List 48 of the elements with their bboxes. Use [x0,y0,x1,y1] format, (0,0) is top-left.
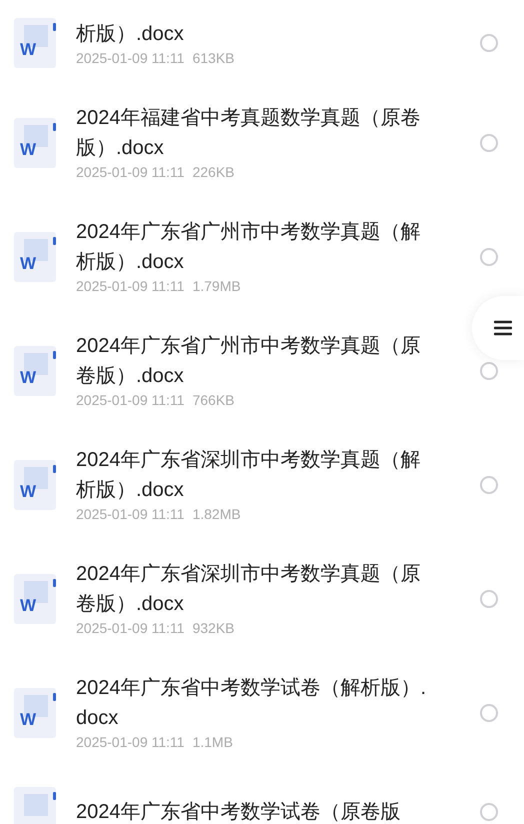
file-name: 2024年广东省中考数学试卷（原卷版 [76,800,402,824]
file-row[interactable]: W 2024年广东省广州市中考数学真题（原卷版）.docx 2025-01-09 11:11 766KB [0,307,524,421]
file-size: 613KB [192,48,235,68]
menu-icon [494,320,512,336]
document-icon: W [14,232,56,282]
document-icon: W [14,118,56,168]
file-size: 932KB [192,619,235,638]
file-name: 2024年广东省广州市中考数学真题（原卷版）.docx [76,334,422,389]
select-radio[interactable] [480,590,498,608]
file-name: 2024年广东省深圳市中考数学真题（原卷版）.docx [76,562,422,617]
file-row[interactable]: W 2024年福建省中考真题数学真题（原卷版）.docx 2025-01-09 11:11 226KB [0,79,524,193]
select-radio[interactable] [480,476,498,494]
file-row[interactable]: W 2024年广东省中考数学试卷（解析版）.docx 2025-01-09 11:11 1.1MB [0,649,524,763]
document-icon [14,787,56,824]
file-date: 2025-01-09 11:11 [76,505,184,524]
select-radio[interactable] [480,704,498,722]
file-row[interactable]: W 2024年广东省深圳市中考数学真题（解析版）.docx 2025-01-09 11:11 1.82MB [0,421,524,535]
document-icon: W [14,688,56,738]
file-size: 226KB [192,163,235,182]
document-icon: W [14,346,56,396]
document-icon: W [14,574,56,624]
file-size: 766KB [192,391,235,410]
select-radio[interactable] [480,134,498,152]
select-radio[interactable] [480,803,498,821]
file-date: 2025-01-09 11:11 [76,733,184,752]
file-size: 1.1MB [192,733,233,752]
file-date: 2025-01-09 11:11 [76,619,184,638]
document-icon: W [14,460,56,510]
file-date: 2025-01-09 11:11 [76,277,184,296]
file-row[interactable]: W 2024年广东省广州市中考数学真题（解析版）.docx 2025-01-09 11:11 1.79MB [0,193,524,307]
file-name: 2024年广东省中考数学试卷（解析版）.docx [76,676,428,731]
file-date: 2025-01-09 11:11 [76,163,184,182]
select-radio[interactable] [480,362,498,380]
file-name: 2024年福建省中考真题数学真题（原卷版）.docx [76,106,422,161]
file-name: 2024年广东省深圳市中考数学真题（解析版）.docx [76,448,422,503]
select-radio[interactable] [480,34,498,52]
file-date: 2025-01-09 11:11 [76,48,184,68]
file-name: 析版）.docx [76,22,185,46]
file-row[interactable]: W 析版）.docx 2025-01-09 11:11 613KB [0,0,524,79]
file-name: 2024年广东省广州市中考数学真题（解析版）.docx [76,220,422,275]
file-size: 1.79MB [192,277,241,296]
file-date: 2025-01-09 11:11 [76,391,184,410]
file-size: 1.82MB [192,505,241,524]
menu-button[interactable] [472,296,524,360]
document-icon: W [14,18,56,68]
select-radio[interactable] [480,248,498,266]
file-row[interactable]: 2024年广东省中考数学试卷（原卷版 [0,763,524,824]
file-row[interactable]: W 2024年广东省深圳市中考数学真题（原卷版）.docx 2025-01-09 11:11 932KB [0,535,524,649]
